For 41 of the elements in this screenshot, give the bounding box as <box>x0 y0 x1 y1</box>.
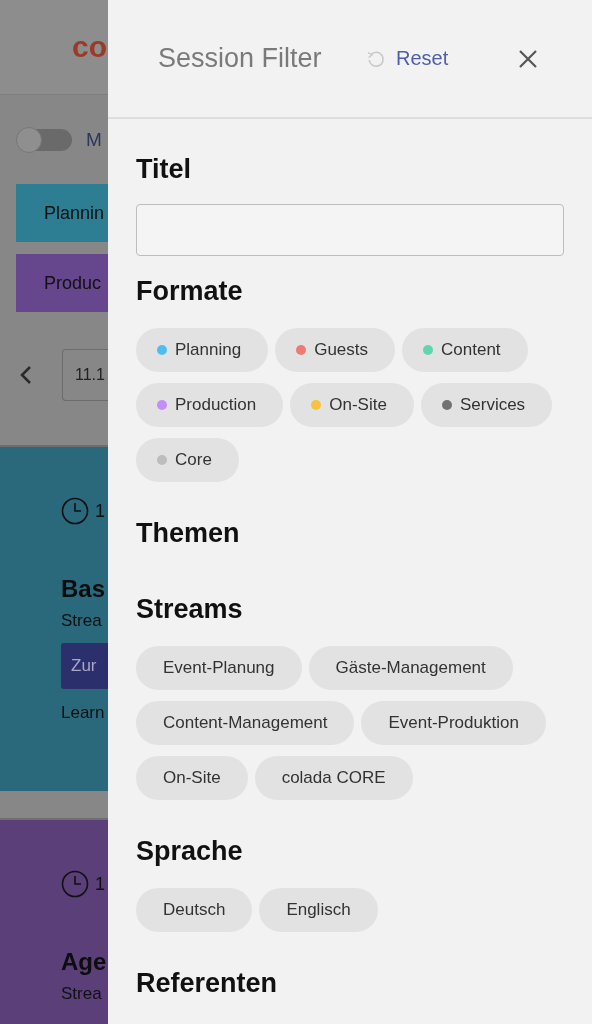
chevron-left-icon <box>19 365 33 385</box>
filter-chip[interactable]: Content <box>402 328 528 372</box>
filter-chip[interactable]: Content-Management <box>136 701 355 745</box>
filter-chip[interactable]: Planning <box>136 328 269 372</box>
filter-chip[interactable]: Event-Produktion <box>361 701 546 745</box>
close-icon <box>519 49 538 68</box>
filter-chip[interactable]: Services <box>420 383 553 427</box>
filter-chip[interactable]: Guests <box>275 328 396 372</box>
filter-chip[interactable]: Production <box>136 383 284 427</box>
session-time: 1 <box>95 873 105 895</box>
clock-icon <box>61 497 89 525</box>
filter-chip[interactable]: colada CORE <box>254 756 413 800</box>
filter-chip[interactable]: Event-Planung <box>136 646 302 690</box>
close-button[interactable] <box>519 49 538 68</box>
reset-button[interactable]: Reset <box>366 47 449 70</box>
toggle-label: M <box>86 129 102 151</box>
section-heading: Formate <box>136 275 244 308</box>
session-stream: Strea <box>61 611 103 631</box>
filter-chip[interactable]: On-Site <box>290 383 414 427</box>
section-heading: Sprache <box>136 835 244 868</box>
section-heading: Themen <box>136 517 241 550</box>
filter-chip[interactable]: On-Site <box>136 756 248 800</box>
section-heading: Streams <box>136 593 244 626</box>
session-time: 1 <box>95 500 105 522</box>
filter-chip[interactable]: Gäste-Management <box>308 646 513 690</box>
title-input-field[interactable] <box>136 204 564 256</box>
section-heading: Referenten <box>136 967 279 1000</box>
session-button[interactable]: Zur <box>61 643 108 689</box>
filter-chip[interactable]: Englisch <box>259 888 378 932</box>
logo-text: co <box>72 30 107 64</box>
session-stream: Strea <box>61 984 103 1004</box>
format-button[interactable]: Plannin <box>16 184 108 242</box>
toggle-switch[interactable] <box>18 129 72 151</box>
filter-chip[interactable]: Core <box>136 438 239 482</box>
reset-icon <box>366 48 386 69</box>
session-title: Bas <box>61 575 107 603</box>
clock-icon <box>61 870 89 898</box>
panel-title: Session Filter <box>158 43 323 74</box>
section-heading: Titel <box>136 153 192 186</box>
filter-chip[interactable]: Deutsch <box>136 888 253 932</box>
session-title: Age <box>61 948 108 976</box>
